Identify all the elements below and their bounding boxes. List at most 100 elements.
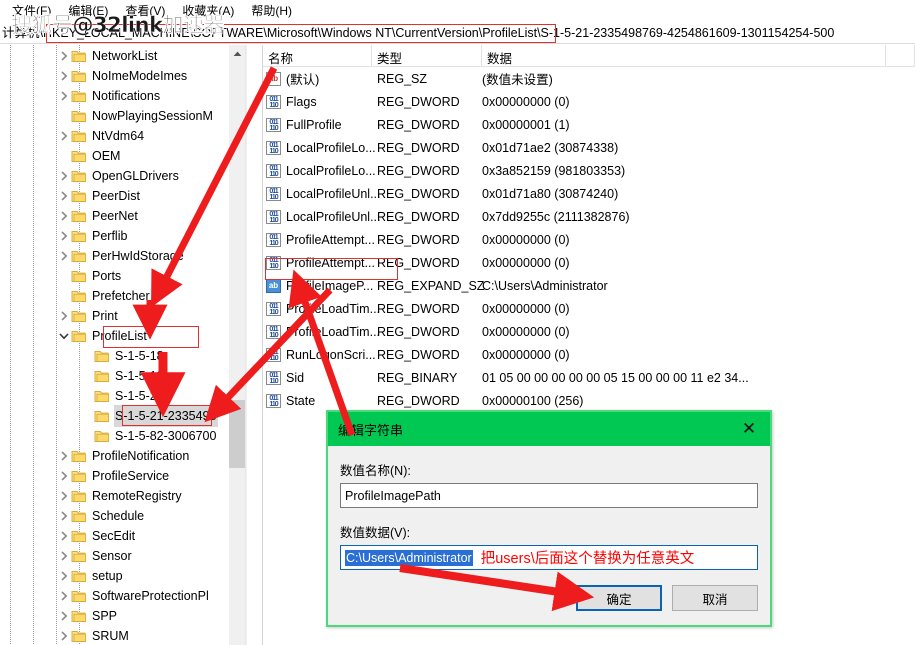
- folder-icon: [71, 606, 88, 626]
- column-header-data[interactable]: 数据: [482, 45, 886, 67]
- tree-item-schedule[interactable]: Schedule: [0, 506, 245, 526]
- chevron-right-icon[interactable]: [57, 186, 71, 206]
- table-row[interactable]: 011 110 LocalProfileUnl... REG_DWORD 0x7dd92…: [263, 205, 915, 228]
- tree-item-perhwidstorage[interactable]: PerHwIdStorage: [0, 246, 245, 266]
- tree-item-print[interactable]: Print: [0, 306, 245, 326]
- tree-item-ports[interactable]: Ports: [0, 266, 245, 286]
- folder-icon: [71, 446, 88, 466]
- value-data-cell: 0x3a852159 (981803353): [482, 163, 626, 178]
- close-icon[interactable]: ✕: [728, 412, 770, 446]
- dialog-title-bar: 编辑字符串 ✕: [328, 412, 770, 446]
- tree-item-nowplayingsessionm[interactable]: NowPlayingSessionM: [0, 106, 245, 126]
- tree-item-s-1-5-18[interactable]: S-1-5-18: [0, 346, 245, 366]
- chevron-right-icon[interactable]: [57, 66, 71, 86]
- tree-item-profilelist[interactable]: ProfileList: [0, 326, 245, 346]
- ok-button[interactable]: 确定: [576, 585, 662, 611]
- tree-item-perflib[interactable]: Perflib: [0, 226, 245, 246]
- tree-item-softwareprotectionpl[interactable]: SoftwareProtectionPl: [0, 586, 245, 606]
- value-name-input[interactable]: ProfileImagePath: [340, 483, 758, 508]
- tree-item-label: S-1-5-18: [115, 349, 164, 363]
- folder-icon: [71, 66, 88, 86]
- chevron-right-icon[interactable]: [57, 566, 71, 586]
- value-name-cell: 011 110 RunLogonScri...: [263, 347, 377, 362]
- chevron-right-icon[interactable]: [57, 626, 71, 645]
- tree-item-notifications[interactable]: Notifications: [0, 86, 245, 106]
- tree-item-srum[interactable]: SRUM: [0, 626, 245, 645]
- tree-item-label: ProfileList: [92, 329, 147, 343]
- table-row[interactable]: 011 110 ProfileLoadTim... REG_DWORD 0x000000…: [263, 320, 915, 343]
- tree-item-secedit[interactable]: SecEdit: [0, 526, 245, 546]
- tree-item-s-1-5-19[interactable]: S-1-5-19: [0, 366, 245, 386]
- pane-splitter[interactable]: [246, 45, 262, 645]
- chevron-right-icon[interactable]: [57, 246, 71, 266]
- binary-value-icon: 011 110: [266, 163, 281, 178]
- chevron-right-icon[interactable]: [57, 486, 71, 506]
- table-row[interactable]: 011 110 State REG_DWORD 0x00000100 (256): [263, 389, 915, 412]
- chevron-right-icon[interactable]: [57, 46, 71, 66]
- table-row[interactable]: 011 110 LocalProfileUnl... REG_DWORD 0x01d71…: [263, 182, 915, 205]
- chevron-right-icon[interactable]: [57, 226, 71, 246]
- tree-item-ntvdm64[interactable]: NtVdm64: [0, 126, 245, 146]
- menu-help[interactable]: 帮助(H): [243, 2, 301, 20]
- tree-item-oem[interactable]: OEM: [0, 146, 245, 166]
- chevron-right-icon[interactable]: [57, 446, 71, 466]
- tree-item-peerdist[interactable]: PeerDist: [0, 186, 245, 206]
- scroll-up-icon[interactable]: [229, 45, 245, 62]
- chevron-right-icon[interactable]: [57, 526, 71, 546]
- tree-item-networklist[interactable]: NetworkList: [0, 46, 245, 66]
- tree-item-label: S-1-5-20: [115, 389, 164, 403]
- chevron-right-icon[interactable]: [57, 206, 71, 226]
- tree-item-profilenotification[interactable]: ProfileNotification: [0, 446, 245, 466]
- table-row[interactable]: 011 110 RunLogonScri... REG_DWORD 0x00000000…: [263, 343, 915, 366]
- tree-item-prefetcher[interactable]: Prefetcher: [0, 286, 245, 306]
- chevron-down-icon[interactable]: [57, 326, 71, 346]
- chevron-right-icon[interactable]: [57, 546, 71, 566]
- table-row[interactable]: 011 110 ProfileAttempt... REG_DWORD 0x000000…: [263, 251, 915, 274]
- column-header-filler: [886, 45, 915, 67]
- tree-item-profileservice[interactable]: ProfileService: [0, 466, 245, 486]
- chevron-right-icon[interactable]: [57, 586, 71, 606]
- tree-item-remoteregistry[interactable]: RemoteRegistry: [0, 486, 245, 506]
- registry-tree-pane[interactable]: NetworkList NoImeModeImes Notifications Now…: [0, 45, 246, 645]
- tree-item-s-1-5-20[interactable]: S-1-5-20: [0, 386, 245, 406]
- folder-icon: [71, 466, 88, 486]
- chevron-right-icon[interactable]: [57, 506, 71, 526]
- table-row[interactable]: 011 110 LocalProfileLo... REG_DWORD 0x3a8521…: [263, 159, 915, 182]
- tree-item-label: PeerNet: [92, 209, 138, 223]
- tree-scrollbar-thumb[interactable]: [229, 400, 245, 468]
- value-type-cell: REG_DWORD: [377, 163, 460, 178]
- tree-item-noimemodeimes[interactable]: NoImeModeImes: [0, 66, 245, 86]
- tree-item-peernet[interactable]: PeerNet: [0, 206, 245, 226]
- cancel-button[interactable]: 取消: [672, 585, 758, 611]
- chevron-right-icon[interactable]: [57, 166, 71, 186]
- chevron-right-icon[interactable]: [57, 306, 71, 326]
- folder-icon: [71, 246, 88, 266]
- table-row[interactable]: 011 110 ProfileAttempt... REG_DWORD 0x000000…: [263, 228, 915, 251]
- table-row[interactable]: ab (默认) REG_SZ (数值未设置): [263, 67, 915, 90]
- table-row[interactable]: 011 110 LocalProfileLo... REG_DWORD 0x01d71a…: [263, 136, 915, 159]
- value-data-input[interactable]: C:\Users\Administrator 把users\后面这个替换为任意英…: [340, 545, 758, 570]
- chevron-right-icon[interactable]: [57, 466, 71, 486]
- table-row[interactable]: 011 110 Flags REG_DWORD 0x00000000 (0): [263, 90, 915, 113]
- folder-icon: [71, 626, 88, 645]
- binary-value-icon: 011 110: [266, 255, 281, 270]
- chevron-right-icon[interactable]: [57, 126, 71, 146]
- column-header-type[interactable]: 类型: [372, 45, 482, 67]
- tree-scrollbar[interactable]: [229, 45, 245, 645]
- tree-item-spp[interactable]: SPP: [0, 606, 245, 626]
- tree-item-setup[interactable]: setup: [0, 566, 245, 586]
- column-header-name[interactable]: 名称: [263, 45, 372, 67]
- table-row[interactable]: 011 110 FullProfile REG_DWORD 0x00000001 (1): [263, 113, 915, 136]
- tree-item-s-1-5-82-3006700[interactable]: S-1-5-82-3006700: [0, 426, 245, 446]
- tree-item-sensor[interactable]: Sensor: [0, 546, 245, 566]
- edit-string-dialog[interactable]: 编辑字符串 ✕ 数值名称(N): ProfileImagePath 数值数据(V…: [326, 410, 772, 627]
- value-data-cell: 0x00000000 (0): [482, 94, 570, 109]
- table-row[interactable]: 011 110 ProfileLoadTim... REG_DWORD 0x000000…: [263, 297, 915, 320]
- table-row[interactable]: ab ProfileImageP... REG_EXPAND_SZ C:\Users\…: [263, 274, 915, 297]
- table-row[interactable]: 011 110 Sid REG_BINARY 01 05 00 00 00 00 00 …: [263, 366, 915, 389]
- tree-item-opengldrivers[interactable]: OpenGLDrivers: [0, 166, 245, 186]
- tree-item-s-1-5-21-2335498[interactable]: S-1-5-21-2335498: [0, 405, 245, 427]
- chevron-right-icon[interactable]: [57, 86, 71, 106]
- chevron-right-icon[interactable]: [57, 606, 71, 626]
- value-type-cell: REG_DWORD: [377, 209, 460, 224]
